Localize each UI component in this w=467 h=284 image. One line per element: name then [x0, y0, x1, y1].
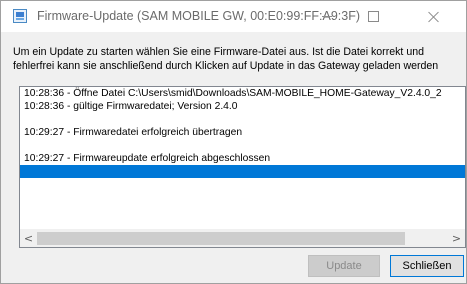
instructions-line-1: Um ein Update zu starten wählen Sie eine…: [13, 46, 424, 58]
scrollbar-thumb[interactable]: [37, 232, 405, 245]
scroll-right-icon[interactable]: >: [448, 230, 465, 247]
log-listbox[interactable]: 10:28:36 - Öffne Datei C:\Users\smid\Dow…: [19, 86, 466, 248]
log-line[interactable]: [20, 113, 465, 126]
maximize-icon: [367, 11, 379, 22]
update-button[interactable]: Update: [308, 255, 380, 277]
title-bar[interactable]: Firmware-Update (SAM MOBILE GW, 00:E0:99…: [1, 1, 466, 32]
firmware-update-window: Firmware-Update (SAM MOBILE GW, 00:E0:99…: [0, 0, 467, 284]
horizontal-scrollbar[interactable]: < >: [20, 229, 465, 247]
log-line[interactable]: 10:29:27 - Firmwaredatei erfolgreich übe…: [20, 126, 465, 139]
log-line[interactable]: 10:28:36 - Öffne Datei C:\Users\smid\Dow…: [20, 87, 465, 100]
log-line[interactable]: 10:28:36 - gültige Firmwaredatei; Versio…: [20, 100, 465, 113]
close-icon: [428, 11, 440, 23]
close-button[interactable]: Schließen: [390, 255, 464, 277]
app-icon: [13, 9, 27, 23]
log-line[interactable]: 10:29:27 - Firmwareupdate erfolgreich ab…: [20, 152, 465, 165]
close-window-button[interactable]: [411, 1, 457, 32]
maximize-button[interactable]: [350, 1, 396, 32]
log-lines: 10:28:36 - Öffne Datei C:\Users\smid\Dow…: [20, 87, 465, 178]
log-line-selected[interactable]: [20, 165, 465, 178]
instructions-line-2: fehlerfrei kann sie anschließend durch K…: [13, 60, 439, 72]
log-line[interactable]: [20, 139, 465, 152]
instructions-text: Um ein Update zu starten wählen Sie eine…: [13, 45, 461, 73]
scroll-left-icon[interactable]: <: [20, 230, 37, 247]
minimize-icon: [322, 16, 332, 17]
minimize-button[interactable]: [304, 1, 350, 32]
